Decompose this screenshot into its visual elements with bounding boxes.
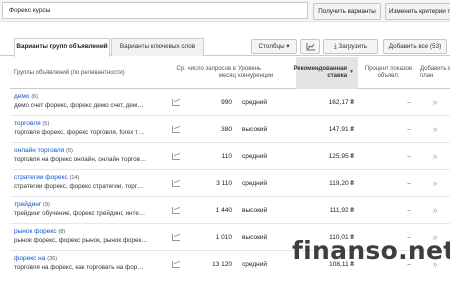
group-count: (5) xyxy=(66,148,73,154)
col-header-bid[interactable]: Рекомендованная ставка ▼ xyxy=(293,57,358,89)
download-button[interactable]: ⤓ Загрузить xyxy=(323,39,378,54)
col-header-impressions[interactable]: Процент показов объявл. xyxy=(360,57,417,89)
group-keywords: торговля на форекс, как торговать на фор… xyxy=(14,264,144,271)
group-cell: онлайн торговля (5) торговля на форекс о… xyxy=(14,147,166,163)
impressions-value: – xyxy=(407,153,411,160)
col-header-group[interactable]: Группы объявлений (по релевантности) xyxy=(14,57,169,89)
impressions-value: – xyxy=(407,207,411,214)
group-count: (8) xyxy=(58,229,66,235)
table-row: онлайн торговля (5) торговля на форекс о… xyxy=(10,143,450,170)
group-cell: торговля (5) торговля форекс, форекс тор… xyxy=(14,120,166,136)
group-cell: форекс на (36) торговля на форекс, как т… xyxy=(14,255,166,271)
bid-value: 162,17 ₴ xyxy=(328,99,354,106)
searches-value: 990 xyxy=(221,99,232,106)
competition-value: высокий xyxy=(242,207,268,214)
table-row: стратегии форекс (14) стратегии форекс, … xyxy=(10,170,450,197)
bid-value: 119,20 ₴ xyxy=(329,180,354,187)
bid-value: 125,95 ₴ xyxy=(328,153,354,160)
impressions-value: – xyxy=(407,126,411,133)
columns-dropdown[interactable]: Столбцы ▾ xyxy=(251,39,297,54)
change-criteria-button[interactable]: Изменить критерии п xyxy=(385,3,450,20)
group-link[interactable]: трейдинг xyxy=(14,201,41,208)
competition-value: средний xyxy=(242,153,267,160)
chart-icon xyxy=(306,43,315,51)
group-count: (36) xyxy=(47,256,58,262)
download-label: Загрузить xyxy=(338,43,368,50)
top-toolbar: Получить варианты Изменить критерии п xyxy=(0,0,450,22)
impressions-value: – xyxy=(407,99,411,106)
group-count: (9) xyxy=(43,202,50,208)
add-to-plan-button[interactable]: » xyxy=(428,205,442,216)
group-keywords: торговля форекс, форекс торговля, forex … xyxy=(14,129,145,136)
site-watermark: finanso.net xyxy=(292,236,450,265)
tab-ad-groups[interactable]: Варианты групп объявлений xyxy=(14,38,110,57)
impressions-value: – xyxy=(407,180,411,187)
add-all-button[interactable]: Добавить все (53) xyxy=(383,39,447,54)
group-count: (5) xyxy=(42,121,50,127)
group-cell: стратегии форекс (14) стратегии форекс, … xyxy=(14,174,166,190)
chart-button[interactable] xyxy=(300,39,320,54)
table-row: торговля (5) торговля форекс, форекс тор… xyxy=(10,116,450,143)
group-link[interactable]: рынок форекс xyxy=(14,228,57,235)
group-link[interactable]: демо xyxy=(14,93,30,100)
tabs-bar: Варианты групп объявлений Варианты ключе… xyxy=(0,36,450,57)
searches-value: 380 xyxy=(221,126,232,133)
add-to-plan-button[interactable]: » xyxy=(428,178,442,189)
download-icon: ⤓ xyxy=(333,43,337,50)
add-to-plan-button[interactable]: » xyxy=(428,124,442,135)
group-keywords: демо счет форекс, форекс демо счет, дем… xyxy=(14,102,144,109)
competition-value: средний xyxy=(242,180,267,187)
group-cell: демо (6) демо счет форекс, форекс демо с… xyxy=(14,93,166,109)
get-variants-button[interactable]: Получить варианты xyxy=(313,3,381,20)
group-count: (14) xyxy=(69,175,80,181)
group-keywords: рынок форекс, форекс рынок, рынок форек… xyxy=(14,237,148,244)
group-link[interactable]: форекс на xyxy=(14,255,45,262)
col-header-competition[interactable]: Уровень конкуренции xyxy=(238,57,293,89)
competition-value: высокий xyxy=(242,126,268,133)
group-cell: трейдинг (9) трейдинг обучение, форекс т… xyxy=(14,201,166,217)
group-keywords: стратегии форекс, форекс стратегии, торг… xyxy=(14,183,144,190)
col-header-bid-label: Рекомендованная ставка xyxy=(293,66,348,79)
group-keywords: торговля на форекс онлайн, онлайн торгов… xyxy=(14,156,147,163)
add-to-plan-button[interactable]: » xyxy=(428,97,442,108)
add-to-plan-button[interactable]: » xyxy=(428,151,442,162)
col-header-searches[interactable]: Ср. число запросов в месяц xyxy=(176,57,236,89)
table-header: Группы объявлений (по релевантности) Ср.… xyxy=(10,57,450,89)
searches-value: 1 440 xyxy=(215,207,232,214)
sort-desc-icon: ▼ xyxy=(349,69,354,76)
searches-value: 1 010 xyxy=(215,234,232,241)
competition-value: высокий xyxy=(242,234,268,241)
group-link[interactable]: стратегии форекс xyxy=(14,174,68,181)
searches-value: 110 xyxy=(221,153,232,160)
bid-value: 111,92 ₴ xyxy=(329,207,354,214)
table-row: демо (6) демо счет форекс, форекс демо с… xyxy=(10,89,450,116)
group-cell: рынок форекс (8) рынок форекс, форекс ры… xyxy=(14,228,166,244)
searches-value: 3 110 xyxy=(216,180,232,187)
group-keywords: трейдинг обучение, форекс трейдинг, инте… xyxy=(14,210,146,217)
searches-value: 13 120 xyxy=(212,261,232,268)
group-count: (6) xyxy=(31,94,39,100)
bid-value: 147,91 ₴ xyxy=(328,126,354,133)
table-row: трейдинг (9) трейдинг обучение, форекс т… xyxy=(10,197,450,224)
search-input[interactable] xyxy=(2,2,308,19)
group-link[interactable]: торговля xyxy=(14,120,41,127)
competition-value: средний xyxy=(242,99,267,106)
tab-keywords[interactable]: Варианты ключевых слов xyxy=(111,38,204,56)
col-header-add: Добавить в план xyxy=(420,66,450,79)
competition-value: средний xyxy=(242,261,267,268)
group-link[interactable]: онлайн торговля xyxy=(14,147,64,154)
